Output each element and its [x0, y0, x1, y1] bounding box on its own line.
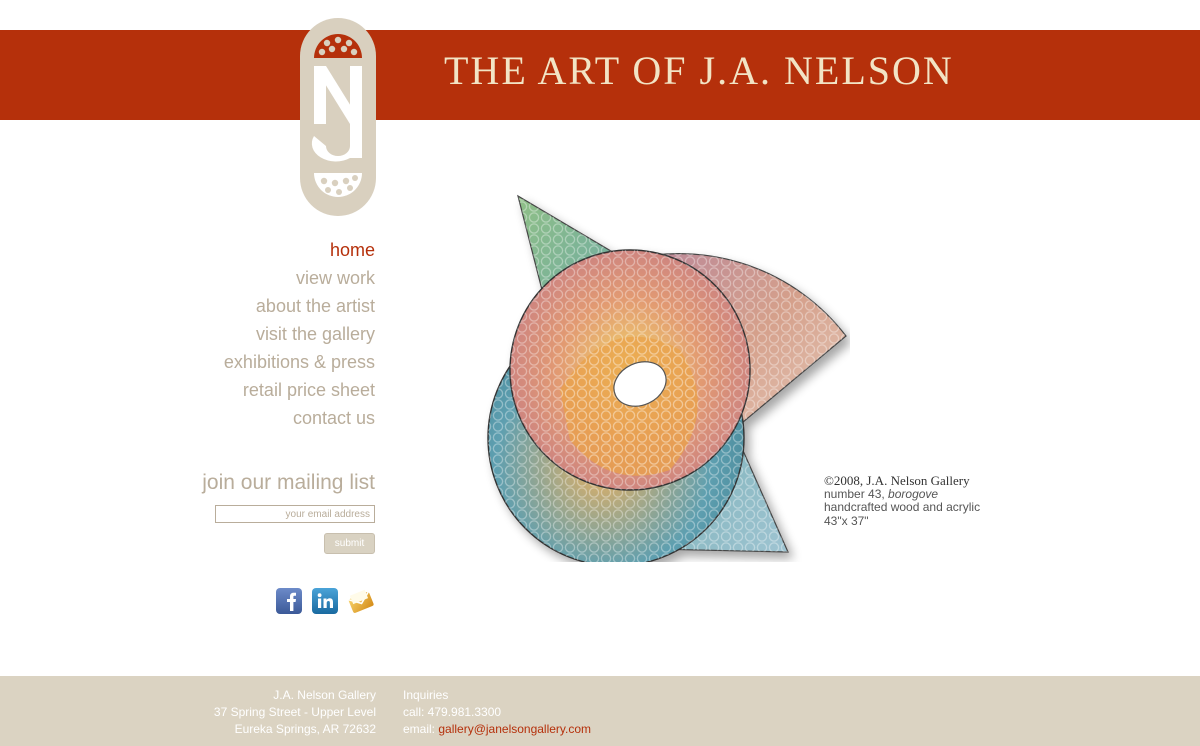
- nav-item-visit-the-gallery[interactable]: visit the gallery: [150, 320, 375, 348]
- caption-copyright: ©2008, J.A. Nelson Gallery: [824, 473, 970, 488]
- site-title: THE ART OF J.A. NELSON: [444, 48, 954, 93]
- nav-item-retail-price-sheet[interactable]: retail price sheet: [150, 376, 375, 404]
- caption-dimensions: 43"x 37": [824, 513, 869, 528]
- artwork-caption: ©2008, J.A. Nelson Gallery number 43, bo…: [824, 474, 980, 528]
- caption-title: borogove: [888, 486, 939, 501]
- footer-address: J.A. Nelson Gallery 37 Spring Street - U…: [150, 687, 376, 738]
- footer-inquiries-heading: Inquiries: [403, 688, 449, 702]
- nav-item-exhibitions-press[interactable]: exhibitions & press: [150, 348, 375, 376]
- nav-item-contact-us[interactable]: contact us: [150, 404, 375, 432]
- facebook-icon[interactable]: [276, 588, 302, 614]
- email-input[interactable]: [215, 505, 375, 523]
- footer-contact: Inquiries call: 479.981.3300 email: gall…: [403, 687, 591, 738]
- main-nav: home view work about the artist visit th…: [150, 236, 375, 432]
- footer-email-label: email:: [403, 722, 439, 736]
- caption-number: number 43, borogove: [824, 486, 980, 502]
- nav-item-home[interactable]: home: [150, 236, 375, 264]
- footer-email-row: email: gallery@janelsongallery.com: [403, 721, 591, 738]
- caption-medium: handcrafted wood and acrylic: [824, 500, 981, 514]
- linkedin-icon[interactable]: [312, 588, 338, 614]
- mailing-list-heading: join our mailing list: [202, 471, 375, 494]
- footer-email-link[interactable]: gallery@janelsongallery.com: [438, 722, 591, 736]
- footer-street: 37 Spring Street - Upper Level: [213, 705, 376, 719]
- caption-number-prefix: number 43,: [824, 486, 889, 501]
- footer-phone: call: 479.981.3300: [403, 705, 502, 719]
- artwork-image: [487, 194, 847, 562]
- nav-item-about-the-artist[interactable]: about the artist: [150, 292, 375, 320]
- nav-item-view-work[interactable]: view work: [150, 264, 375, 292]
- footer: J.A. Nelson Gallery 37 Spring Street - U…: [0, 676, 1200, 746]
- jan-monogram-logo[interactable]: [300, 18, 376, 216]
- footer-gallery-name: J.A. Nelson Gallery: [273, 688, 376, 702]
- submit-button[interactable]: submit: [324, 533, 375, 554]
- email-icon[interactable]: [348, 588, 374, 614]
- footer-city: Eureka Springs, AR 72632: [234, 722, 376, 736]
